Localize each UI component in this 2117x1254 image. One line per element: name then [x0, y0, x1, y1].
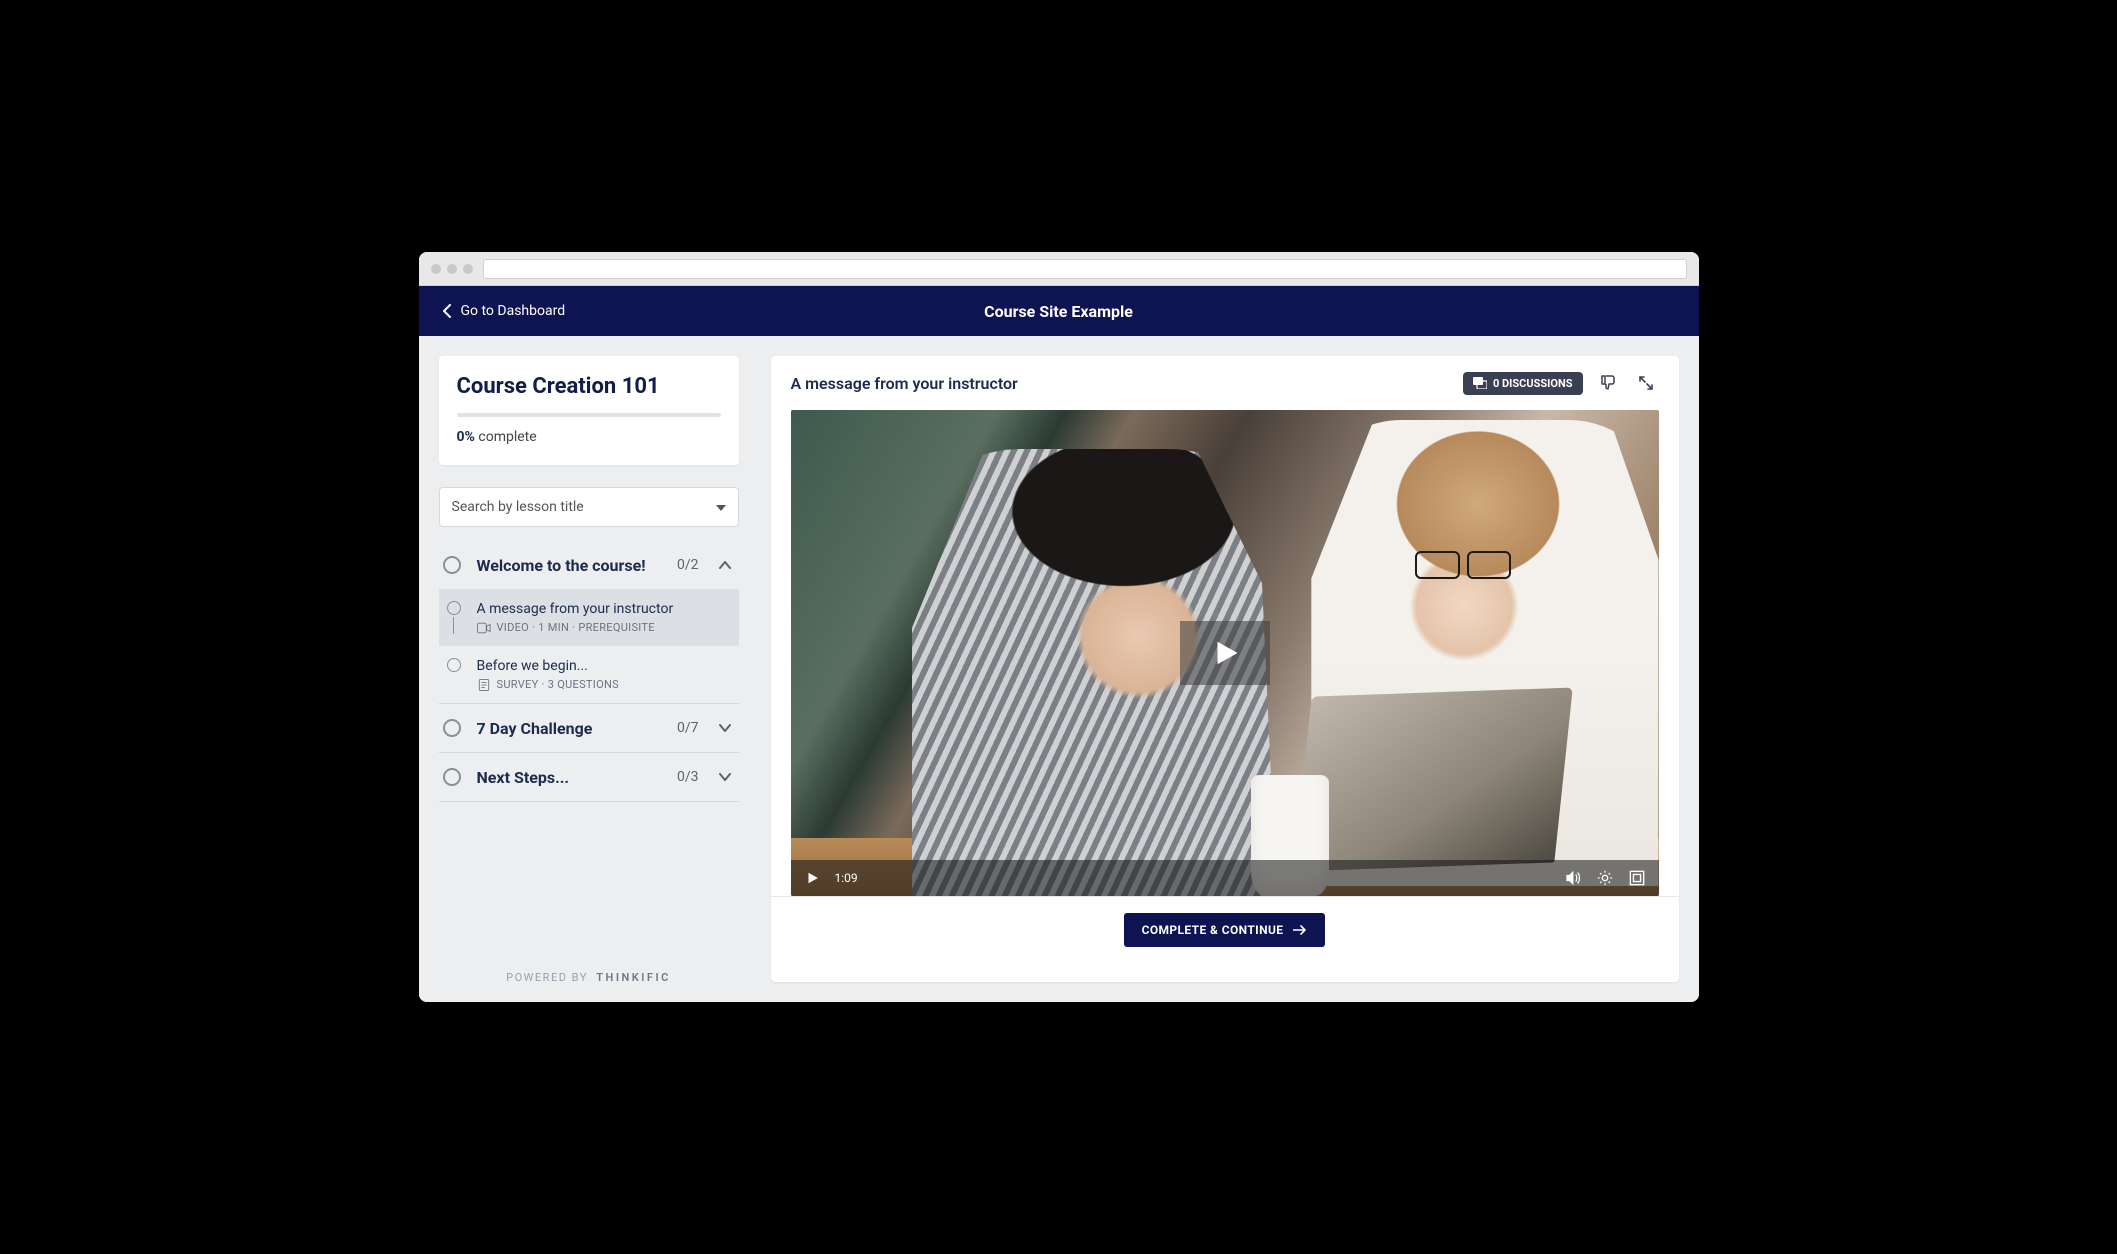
lesson-marker: [445, 601, 463, 634]
caret-down-icon: [716, 499, 726, 515]
progress-ring-icon: [447, 658, 461, 672]
chapter-toggle[interactable]: Next Steps... 0/3: [439, 753, 739, 801]
powered-by: POWERED BY THINKIFIC: [439, 953, 739, 1002]
chapter-title: Next Steps...: [477, 768, 661, 787]
video-play-button[interactable]: [805, 871, 819, 885]
course-progress-card: Course Creation 101 0% complete: [439, 356, 739, 465]
chevron-up-icon: [715, 555, 735, 575]
lesson-search-dropdown[interactable]: Search by lesson title: [439, 487, 739, 527]
sidebar: Course Creation 101 0% complete Search b…: [419, 336, 759, 1002]
play-icon: [1210, 638, 1240, 668]
chapter-title: Welcome to the course!: [477, 556, 661, 575]
settings-button[interactable]: [1597, 870, 1613, 886]
survey-icon: [477, 679, 491, 691]
thumbs-down-icon: [1599, 374, 1617, 392]
lesson-footer: COMPLETE & CONTINUE: [771, 896, 1679, 963]
chevron-down-icon: [715, 718, 735, 738]
maximize-window-icon[interactable]: [463, 264, 473, 274]
lesson-item[interactable]: Before we begin... SURVEY · 3 QUESTIONS: [439, 646, 739, 703]
chapter-count: 0/2: [677, 557, 699, 573]
fullscreen-button[interactable]: [1629, 870, 1645, 886]
main-content: A message from your instructor 0 DISCUSS…: [759, 336, 1699, 1002]
video-player[interactable]: 1:09: [791, 410, 1659, 896]
site-title: Course Site Example: [984, 302, 1133, 321]
powered-prefix: POWERED BY: [506, 971, 588, 984]
complete-continue-button[interactable]: COMPLETE & CONTINUE: [1124, 913, 1326, 947]
lesson-header: A message from your instructor 0 DISCUSS…: [771, 356, 1679, 410]
progress-ring-icon: [447, 601, 461, 615]
video-icon: [477, 622, 491, 634]
discussions-label: 0 DISCUSSIONS: [1493, 377, 1573, 390]
search-placeholder: Search by lesson title: [452, 499, 584, 515]
progress-ring-icon: [443, 719, 461, 737]
lesson-title: Before we begin...: [477, 658, 731, 674]
scene-laptop: [1293, 687, 1573, 871]
browser-frame: Go to Dashboard Course Site Example Cour…: [419, 252, 1699, 1002]
lesson-panel: A message from your instructor 0 DISCUSS…: [771, 356, 1679, 982]
back-to-dashboard-link[interactable]: Go to Dashboard: [443, 303, 566, 319]
progress-ring-icon: [443, 768, 461, 786]
window-controls[interactable]: [431, 264, 473, 274]
progress-ring-icon: [443, 556, 461, 574]
browser-chrome: [419, 252, 1699, 286]
arrow-right-icon: [1293, 925, 1307, 935]
video-time: 1:09: [835, 871, 858, 885]
close-window-icon[interactable]: [431, 264, 441, 274]
gear-icon: [1597, 870, 1613, 886]
scene-glasses: [1415, 551, 1510, 575]
lesson-marker: [445, 658, 463, 691]
progress-bar: [457, 413, 721, 417]
app-body: Course Creation 101 0% complete Search b…: [419, 336, 1699, 1002]
volume-button[interactable]: [1565, 870, 1581, 886]
chapter: 7 Day Challenge 0/7: [439, 704, 739, 753]
lesson-meta-text: SURVEY · 3 QUESTIONS: [497, 678, 619, 691]
volume-icon: [1565, 870, 1581, 886]
lesson-meta: SURVEY · 3 QUESTIONS: [477, 678, 731, 691]
chapter-toggle[interactable]: 7 Day Challenge 0/7: [439, 704, 739, 752]
chevron-down-icon: [715, 767, 735, 787]
chapter-count: 0/7: [677, 720, 699, 736]
lesson-body: A message from your instructor VIDEO · 1…: [477, 601, 731, 634]
discussions-button[interactable]: 0 DISCUSSIONS: [1463, 372, 1583, 395]
chapter-toggle[interactable]: Welcome to the course! 0/2: [439, 541, 739, 589]
lesson-header-title: A message from your instructor: [791, 374, 1451, 393]
thumbs-down-button[interactable]: [1595, 370, 1621, 396]
play-icon: [805, 871, 819, 885]
lesson-item[interactable]: A message from your instructor VIDEO · 1…: [439, 589, 739, 646]
chapter-title: 7 Day Challenge: [477, 719, 661, 738]
minimize-window-icon[interactable]: [447, 264, 457, 274]
progress-text: 0% complete: [457, 429, 721, 445]
chapter: Next Steps... 0/3: [439, 753, 739, 802]
discussions-icon: [1473, 377, 1487, 389]
lesson-meta-text: VIDEO · 1 MIN · PREREQUISITE: [497, 621, 655, 634]
expand-icon: [1638, 375, 1654, 391]
progress-suffix: complete: [478, 429, 536, 445]
video-controls: 1:09: [791, 860, 1659, 896]
fullscreen-icon: [1629, 870, 1645, 886]
course-title: Course Creation 101: [457, 374, 721, 399]
expand-button[interactable]: [1633, 370, 1659, 396]
back-link-label: Go to Dashboard: [461, 303, 566, 319]
top-nav: Go to Dashboard Course Site Example: [419, 286, 1699, 336]
complete-label: COMPLETE & CONTINUE: [1142, 923, 1284, 937]
connector-line: [453, 617, 454, 634]
chapter: Welcome to the course! 0/2: [439, 541, 739, 704]
play-overlay-button[interactable]: [1180, 621, 1270, 685]
lesson-list: A message from your instructor VIDEO · 1…: [439, 589, 739, 703]
url-bar[interactable]: [483, 259, 1687, 279]
chapter-count: 0/3: [677, 769, 699, 785]
chevron-left-icon: [443, 304, 451, 318]
lesson-meta: VIDEO · 1 MIN · PREREQUISITE: [477, 621, 731, 634]
chapter-list: Welcome to the course! 0/2: [439, 541, 739, 802]
lesson-title: A message from your instructor: [477, 601, 731, 617]
video-container: 1:09: [771, 410, 1679, 896]
powered-brand: THINKIFIC: [596, 971, 671, 984]
progress-percent: 0%: [457, 429, 475, 445]
lesson-body: Before we begin... SURVEY · 3 QUESTIONS: [477, 658, 731, 691]
